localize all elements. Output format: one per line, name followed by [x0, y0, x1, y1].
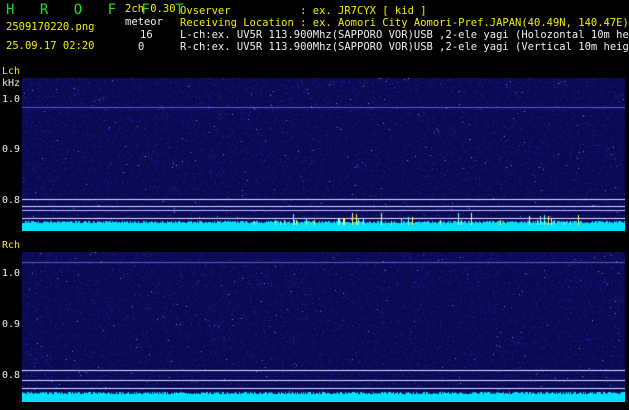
datetime: 25.09.17 02:20 — [6, 40, 95, 52]
file-name: 2509170220.png — [6, 21, 95, 33]
observer-line: Ovserver : ex. JR7CYX [ kid ] — [180, 5, 427, 17]
rch-tick-0.9: 0.9 — [2, 319, 21, 330]
rch-spectrogram — [22, 252, 625, 402]
lch-info-line: L-ch:ex. UV5R 113.900Mhz(SAPPORO VOR)USB… — [180, 29, 629, 41]
location-line: Receiving Location : ex. Aomori City Aom… — [180, 17, 629, 29]
meteor-count-rch: 0 — [138, 41, 145, 53]
lch-tick-1.0: 1.0 — [2, 94, 21, 105]
lch-spectrogram — [22, 78, 625, 231]
rch-tick-1.0: 1.0 — [2, 268, 21, 279]
lch-tick-0.8: 0.8 — [2, 195, 21, 206]
rch-tick-0.8: 0.8 — [2, 370, 21, 381]
lch-tick-0.9: 0.9 — [2, 144, 21, 155]
lch-unit: kHz — [2, 78, 21, 89]
lch-text: Lch — [2, 66, 21, 77]
meteor-count-lch: 16 — [140, 29, 153, 41]
lch-label: Lch — [2, 66, 20, 77]
rch-info-line: R-ch:ex. UV5R 113.900Mhz(SAPPORO VOR)USB… — [180, 41, 629, 53]
meteor-label: meteor — [125, 16, 163, 28]
mode-label: 2ch 0.30 — [125, 3, 176, 15]
rch-label: Rch — [2, 240, 21, 251]
